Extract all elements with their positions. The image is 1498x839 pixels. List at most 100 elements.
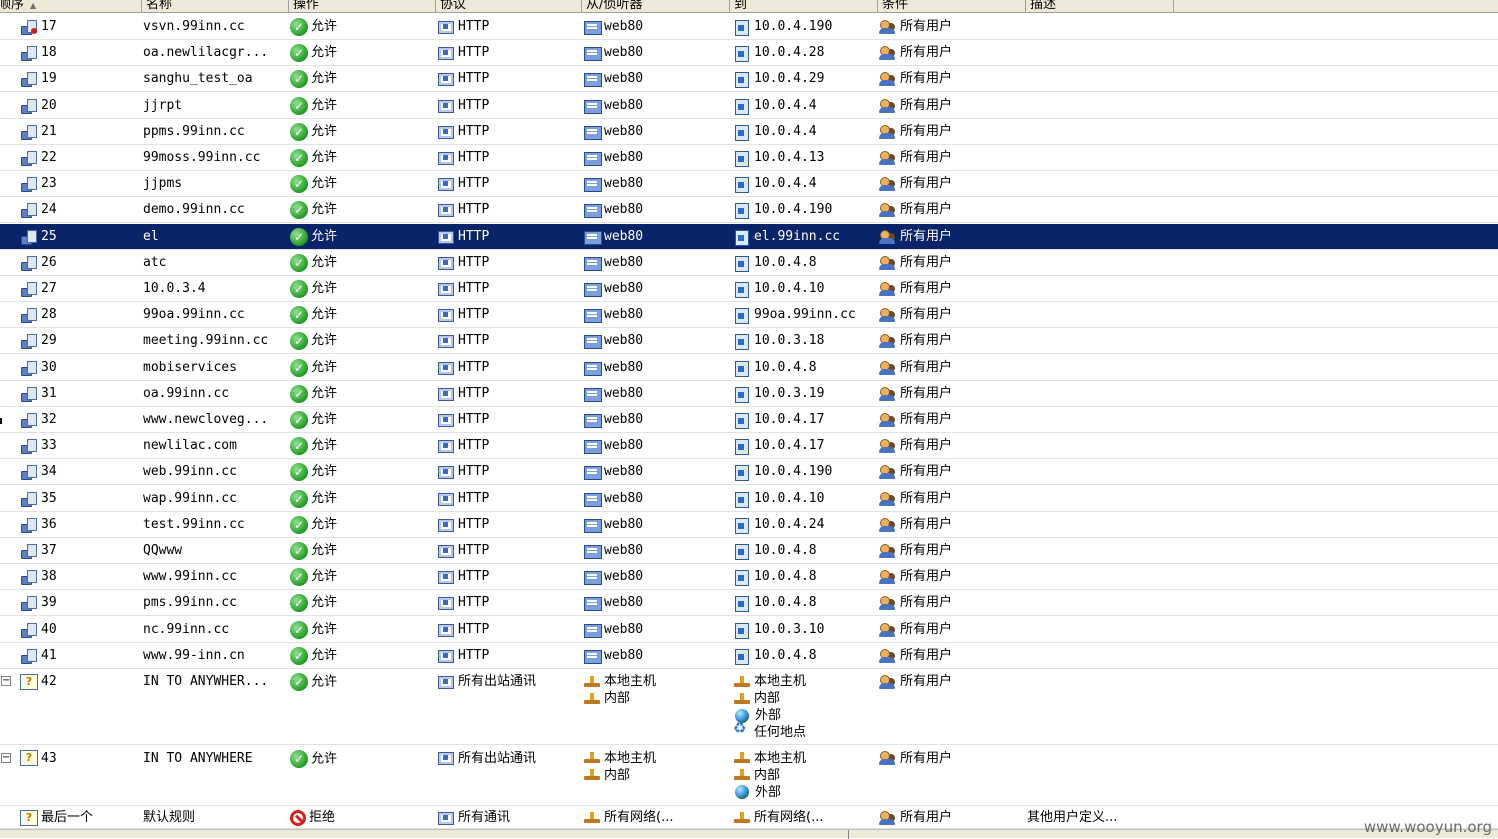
cell-text: HTTP: [458, 412, 490, 427]
cell-text: HTTP: [458, 123, 490, 139]
table-row[interactable]: 41 www.99-inn.cn ✓ 允许 HTTP web80 10.0.4.8 所有用户: [0, 643, 1498, 669]
table-row[interactable]: 24 demo.99inn.cc ✓ 允许 HTTP web80 10.0.4.190 所有用…: [0, 197, 1498, 224]
table-row[interactable]: 19 sanghu_test_oa ✓ 允许 HTTP web80 10.0.4.29 所有用…: [0, 66, 1498, 93]
cell-text: 34: [41, 464, 57, 480]
cell-text: HTTP: [458, 621, 490, 637]
name-cell: oa.newlilacgr...: [143, 40, 287, 66]
table-row[interactable]: 25 el ✓ 允许 HTTP web80 el.99inn.cc 所有用户: [0, 223, 1498, 250]
server-icon: [733, 124, 751, 141]
from-cell: web80: [583, 643, 729, 669]
order-cell: 22: [20, 145, 140, 171]
allow-icon: ✓: [290, 646, 308, 665]
cell-text: 默认规则: [143, 810, 196, 825]
to-cell: 10.0.3.10: [733, 617, 879, 643]
table-row[interactable]: 33 newlilac.com ✓ 允许 HTTP web80 10.0.4.17 所有用户: [0, 433, 1498, 460]
name-cell: el: [143, 224, 287, 250]
cell-text: web80: [604, 621, 644, 637]
table-row[interactable]: 17 vsvn.99inn.cc ✓ 允许 HTTP web80 10.0.4.190 所有用…: [0, 14, 1498, 40]
table-row[interactable]: 29 meeting.99inn.cc ✓ 允许 HTTP web80 10.0.3.18 所…: [0, 328, 1498, 355]
table-row[interactable]: −? 43 IN TO ANYWHERE ✓ 允许 所有出站通讯 本地主机 内部 本地主机 内部外…: [0, 746, 1498, 806]
table-row[interactable]: 31 oa.99inn.cc ✓ 允许 HTTP web80 10.0.3.19 所有用户: [0, 381, 1498, 407]
name-cell: IN TO ANYWHERE: [143, 746, 287, 767]
header-protocol[interactable]: 协议: [436, 0, 582, 12]
header-from[interactable]: 从/侦听器: [582, 0, 730, 12]
users-icon: [879, 569, 897, 585]
table-row[interactable]: 26 atc ✓ 允许 HTTP web80 10.0.4.8 所有用户: [0, 250, 1498, 276]
table-row[interactable]: 18 oa.newlilacgr... ✓ 允许 HTTP web80 10.0.4.28 所…: [0, 40, 1498, 67]
action-cell: ✓ 允许: [290, 564, 434, 590]
table-row[interactable]: −? 42 IN TO ANYWHER... ✓ 允许 所有出站通讯 本地主机 内部 本地主机内…: [0, 669, 1498, 745]
server-icon: [733, 45, 751, 63]
header-to[interactable]: 到: [730, 0, 878, 12]
table-row[interactable]: 21 ppms.99inn.cc ✓ 允许 HTTP web80 10.0.4.4 所有用户: [0, 119, 1498, 145]
cell-text: 所有出站通讯: [458, 750, 537, 766]
server-icon: [733, 595, 751, 613]
users-icon: [879, 124, 897, 140]
name-cell: wap.99inn.cc: [143, 486, 287, 512]
table-row[interactable]: 20 jjrpt ✓ 允许 HTTP web80 10.0.4.4 所有用户: [0, 93, 1498, 119]
protocol-cell: HTTP: [437, 486, 581, 512]
table-row[interactable]: 23 jjpms ✓ 允许 HTTP web80 10.0.4.4 所有用户: [0, 171, 1498, 198]
name-cell: sanghu_test_oa: [143, 66, 287, 92]
table-row[interactable]: 37 QQwww ✓ 允许 HTTP web80 10.0.4.8 所有用户: [0, 538, 1498, 564]
cell-text: 10.0.4.8: [754, 543, 817, 558]
listener-icon: [583, 412, 602, 428]
collapse-icon[interactable]: −: [1, 752, 11, 763]
table-row[interactable]: 32 www.newcloveg... ✓ 允许 HTTP web80 10.0.4.17 所…: [0, 407, 1498, 433]
header-description[interactable]: 描述: [1026, 0, 1174, 12]
to-cell: 10.0.4.17: [733, 433, 879, 459]
cell-text: 所有用户: [900, 71, 953, 87]
cell-text: 31: [41, 385, 57, 401]
protocol-icon: [437, 674, 455, 690]
to-cell: 10.0.4.8: [733, 643, 879, 669]
cell-text: web80: [604, 385, 644, 401]
cell-text: 18: [41, 45, 57, 61]
protocol-cell: HTTP: [437, 381, 581, 407]
network-icon: [733, 674, 751, 690]
rule-icon: [20, 648, 38, 664]
protocol-icon: [437, 438, 455, 454]
collapse-icon[interactable]: −: [1, 676, 11, 686]
cell-text: 10.0.4.8: [754, 254, 817, 270]
cell-text: 30: [41, 359, 57, 375]
table-row[interactable]: 38 www.99inn.cc ✓ 允许 HTTP web80 10.0.4.8 所有用户: [0, 564, 1498, 591]
header-action[interactable]: 操作: [289, 0, 436, 12]
cell-text: 所有用户: [900, 333, 953, 349]
header-condition[interactable]: 条件: [878, 0, 1026, 12]
cell-text: 10.0.4.17: [754, 438, 825, 454]
listener-icon: [583, 98, 602, 114]
from-cell: web80: [583, 66, 729, 92]
cell-text: 所有用户: [900, 385, 953, 401]
protocol-icon: [437, 360, 455, 376]
table-row[interactable]: 27 10.0.3.4 ✓ 允许 HTTP web80 10.0.4.10 所有用户: [0, 276, 1498, 302]
header-name[interactable]: 名称: [142, 0, 289, 12]
rule-icon: [20, 622, 38, 638]
from-cell: web80: [583, 538, 729, 564]
table-row[interactable]: 28 99oa.99inn.cc ✓ 允许 HTTP web80 99oa.99inn.cc…: [0, 302, 1498, 329]
rule-icon: [20, 491, 38, 507]
table-row[interactable]: 22 99moss.99inn.cc ✓ 允许 HTTP web80 10.0.4.13 所有…: [0, 145, 1498, 171]
protocol-icon: [437, 255, 455, 271]
cell-text: 10.0.4.190: [754, 19, 833, 34]
table-row[interactable]: 39 pms.99inn.cc ✓ 允许 HTTP web80 10.0.4.8 所有用户: [0, 590, 1498, 617]
condition-cell: 所有用户: [879, 328, 1025, 354]
cell-text: 允许: [311, 176, 338, 192]
allow-icon: ✓: [290, 149, 308, 167]
header-order[interactable]: 顺序 ▲: [0, 0, 142, 12]
protocol-cell: HTTP: [437, 171, 581, 197]
table-row[interactable]: 35 wap.99inn.cc ✓ 允许 HTTP web80 10.0.4.10 所有用户: [0, 486, 1498, 512]
listener-icon: [583, 438, 602, 455]
table-row[interactable]: 36 test.99inn.cc ✓ 允许 HTTP web80 10.0.4.24 所有用户: [0, 512, 1498, 538]
table-row[interactable]: 40 nc.99inn.cc ✓ 允许 HTTP web80 10.0.3.10 所有用户: [0, 617, 1498, 643]
cell-text: HTTP: [458, 438, 490, 454]
cell-text: 拒绝: [309, 810, 336, 825]
table-row[interactable]: 30 mobiservices ✓ 允许 HTTP web80 10.0.4.8 所有用户: [0, 355, 1498, 381]
action-cell: ✓ 允许: [290, 40, 434, 66]
protocol-cell: HTTP: [437, 250, 581, 276]
from-cell: web80: [583, 40, 729, 66]
table-row[interactable]: 34 web.99inn.cc ✓ 允许 HTTP web80 10.0.4.190 所有用户: [0, 459, 1498, 486]
cell-text: 所有用户: [900, 202, 953, 218]
cell-text: HTTP: [458, 595, 490, 611]
action-cell: ✓ 允许: [290, 355, 434, 381]
table-row[interactable]: ? 最后一个 默认规则 拒绝 所有通讯 所有网络(... 所有网络(... 所有用户 其他用户定…: [0, 805, 1498, 829]
